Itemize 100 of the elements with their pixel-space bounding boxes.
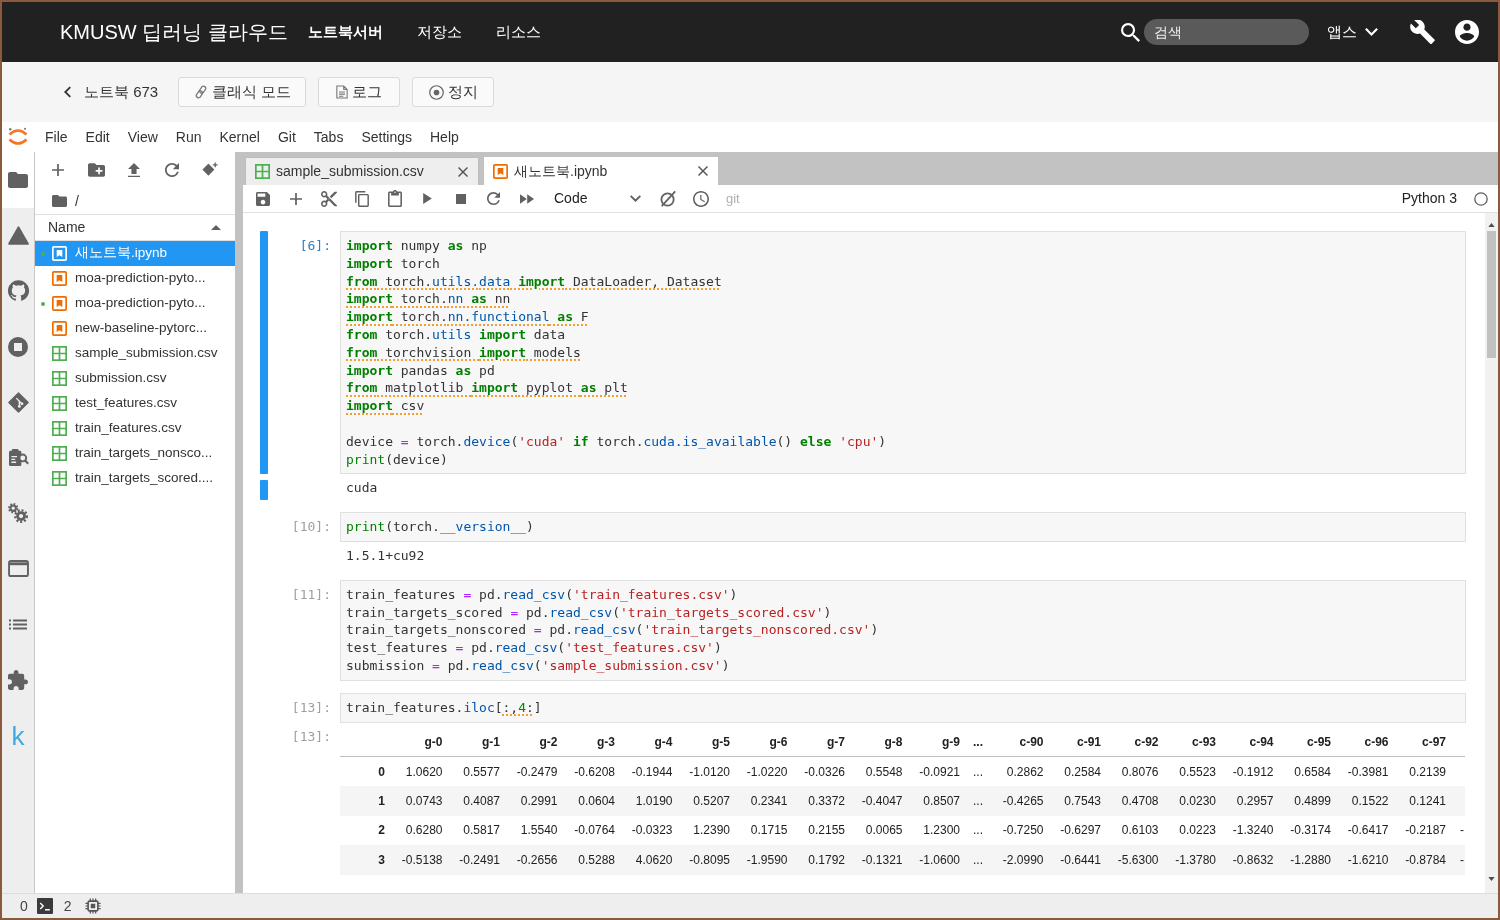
spreadsheet-file-icon	[52, 371, 67, 386]
stop-icon[interactable]	[455, 193, 466, 204]
back-link[interactable]: 노트북 673	[64, 80, 159, 104]
menu-item[interactable]: File	[36, 126, 77, 148]
arrow-down-icon[interactable]	[1488, 877, 1495, 881]
tab[interactable]: 새노트북.ipynb	[484, 157, 718, 185]
row-header: 1	[340, 786, 390, 816]
terminal-count[interactable]: 0	[20, 895, 28, 917]
cell-prompt: [11]:	[291, 585, 331, 604]
column-header: c-97	[1393, 727, 1451, 757]
toolbar-button[interactable]: 로그	[318, 77, 401, 107]
terminal-icon[interactable]	[36, 898, 53, 914]
table-cell: 0.5817	[447, 815, 505, 846]
menu-item[interactable]: Edit	[76, 126, 119, 148]
code-editor[interactable]: print(torch.__version__)	[340, 512, 1466, 542]
table-cell: -0.2656	[505, 845, 563, 875]
table-cell: 0.2584	[1048, 756, 1106, 787]
cell-type-dropdown[interactable]: Code	[543, 186, 651, 211]
cut-icon[interactable]	[320, 190, 337, 207]
code-line: submission = pd.read_csv('sample_submission.csv')	[346, 656, 730, 675]
save-icon[interactable]	[255, 191, 270, 206]
column-header: g-9	[907, 727, 965, 757]
menu-item[interactable]: Tabs	[304, 126, 353, 148]
table-cell: 0.0743	[390, 786, 448, 816]
table-cell: 0.6584	[1278, 756, 1336, 787]
paste-icon[interactable]	[387, 190, 402, 207]
cell-prompt: [6]:	[299, 237, 331, 255]
table-cell: 0.1241	[1393, 786, 1451, 816]
table-cell: -1.0220	[735, 756, 793, 787]
cell-collapser[interactable]	[260, 231, 268, 475]
app-logo-icon[interactable]	[8, 127, 28, 147]
toolbar-button[interactable]: 정지	[412, 77, 495, 107]
notebook-file-icon	[52, 321, 67, 336]
run-icon[interactable]	[423, 193, 432, 204]
output-text: 1.5.1+cu92	[346, 546, 425, 565]
table-cell: 0.2991	[505, 786, 563, 816]
tab[interactable]: sample_submission.csv	[245, 157, 479, 185]
clock-icon[interactable]	[692, 190, 709, 207]
code-line: import pandas as pd	[346, 361, 495, 380]
chip-icon[interactable]	[84, 898, 101, 914]
account-icon[interactable]	[1455, 20, 1479, 44]
scrollbar-thumb[interactable]	[1487, 231, 1496, 358]
toolbar-button[interactable]: 클래식 모드	[178, 77, 307, 107]
folder-icon	[8, 171, 28, 188]
spreadsheet-file-icon	[52, 396, 67, 411]
nav-link[interactable]: 리소스	[495, 20, 541, 44]
diamond-plus-icon[interactable]	[202, 162, 218, 178]
code-editor[interactable]	[340, 231, 1466, 475]
table-cell: 0.0223	[1163, 815, 1221, 846]
apps-menu[interactable]: 앱스	[1327, 20, 1378, 44]
table-cell: -0.2479	[505, 756, 563, 787]
table-cell: -	[1451, 815, 1465, 846]
code-editor[interactable]: train_features.iloc[:,4:]	[340, 692, 1466, 723]
spreadsheet-file-icon	[52, 471, 67, 486]
table-cell: -1.0120	[677, 756, 735, 787]
close-icon[interactable]	[698, 166, 708, 176]
menu-item[interactable]: Kernel	[210, 126, 269, 148]
folder-icon[interactable]	[52, 195, 67, 207]
sidebar-tab[interactable]	[2, 152, 34, 208]
table-cell: -0.0921	[907, 756, 965, 787]
wrench-icon[interactable]	[1410, 20, 1435, 44]
table-cell: -1.2880	[1278, 845, 1336, 875]
table-cell: 0.4087	[447, 786, 505, 816]
menu-item[interactable]: Git	[268, 126, 305, 148]
kernel-name[interactable]: Python 3	[1401, 188, 1457, 209]
copy-icon[interactable]	[354, 190, 369, 207]
chevron-left-icon	[64, 86, 71, 98]
menu-item[interactable]: Run	[166, 126, 211, 148]
plus-icon[interactable]	[289, 192, 302, 205]
menu-item[interactable]: Help	[421, 126, 468, 148]
nav-link[interactable]: 저장소	[416, 20, 462, 44]
slashed-circle-icon[interactable]	[658, 189, 677, 208]
fast-forward-icon[interactable]	[519, 193, 534, 204]
plus-icon[interactable]	[52, 164, 64, 176]
table-cell: -0.7250	[991, 815, 1049, 846]
kernel-count[interactable]: 2	[63, 895, 72, 917]
code-editor[interactable]	[340, 579, 1466, 681]
new-folder-icon[interactable]	[87, 163, 105, 177]
restart-icon[interactable]	[487, 192, 500, 205]
column-header: c-92	[1106, 727, 1164, 757]
upload-icon[interactable]	[128, 162, 140, 178]
breadcrumb-path[interactable]: /	[75, 190, 79, 212]
code-line: from torch.utils import data	[346, 326, 566, 344]
nav-link[interactable]: 노트북서버	[307, 20, 383, 44]
row-header: 0	[340, 756, 390, 787]
table-cell: 0.5548	[850, 756, 908, 787]
scrollbar[interactable]	[1485, 213, 1498, 893]
code-line: from torch.utils.data import DataLoader, Dataset	[346, 272, 722, 291]
search-icon[interactable]	[1121, 22, 1140, 42]
table-cell: ...	[965, 786, 991, 816]
refresh-icon[interactable]	[165, 163, 179, 177]
menu-item[interactable]: Settings	[352, 126, 421, 148]
cell-collapser[interactable]	[260, 480, 268, 501]
code-line: device = torch.device('cuda' if torch.cuda.is_available() else 'cpu')	[346, 432, 887, 451]
close-icon[interactable]	[458, 166, 468, 177]
code-line: train_targets_scored = pd.read_csv('train_targets_scored.csv')	[346, 603, 832, 622]
search-field[interactable]: 검색	[1144, 19, 1309, 45]
document-icon	[336, 85, 349, 99]
arrow-up-icon[interactable]	[1488, 223, 1495, 227]
menu-item[interactable]: View	[118, 126, 167, 148]
